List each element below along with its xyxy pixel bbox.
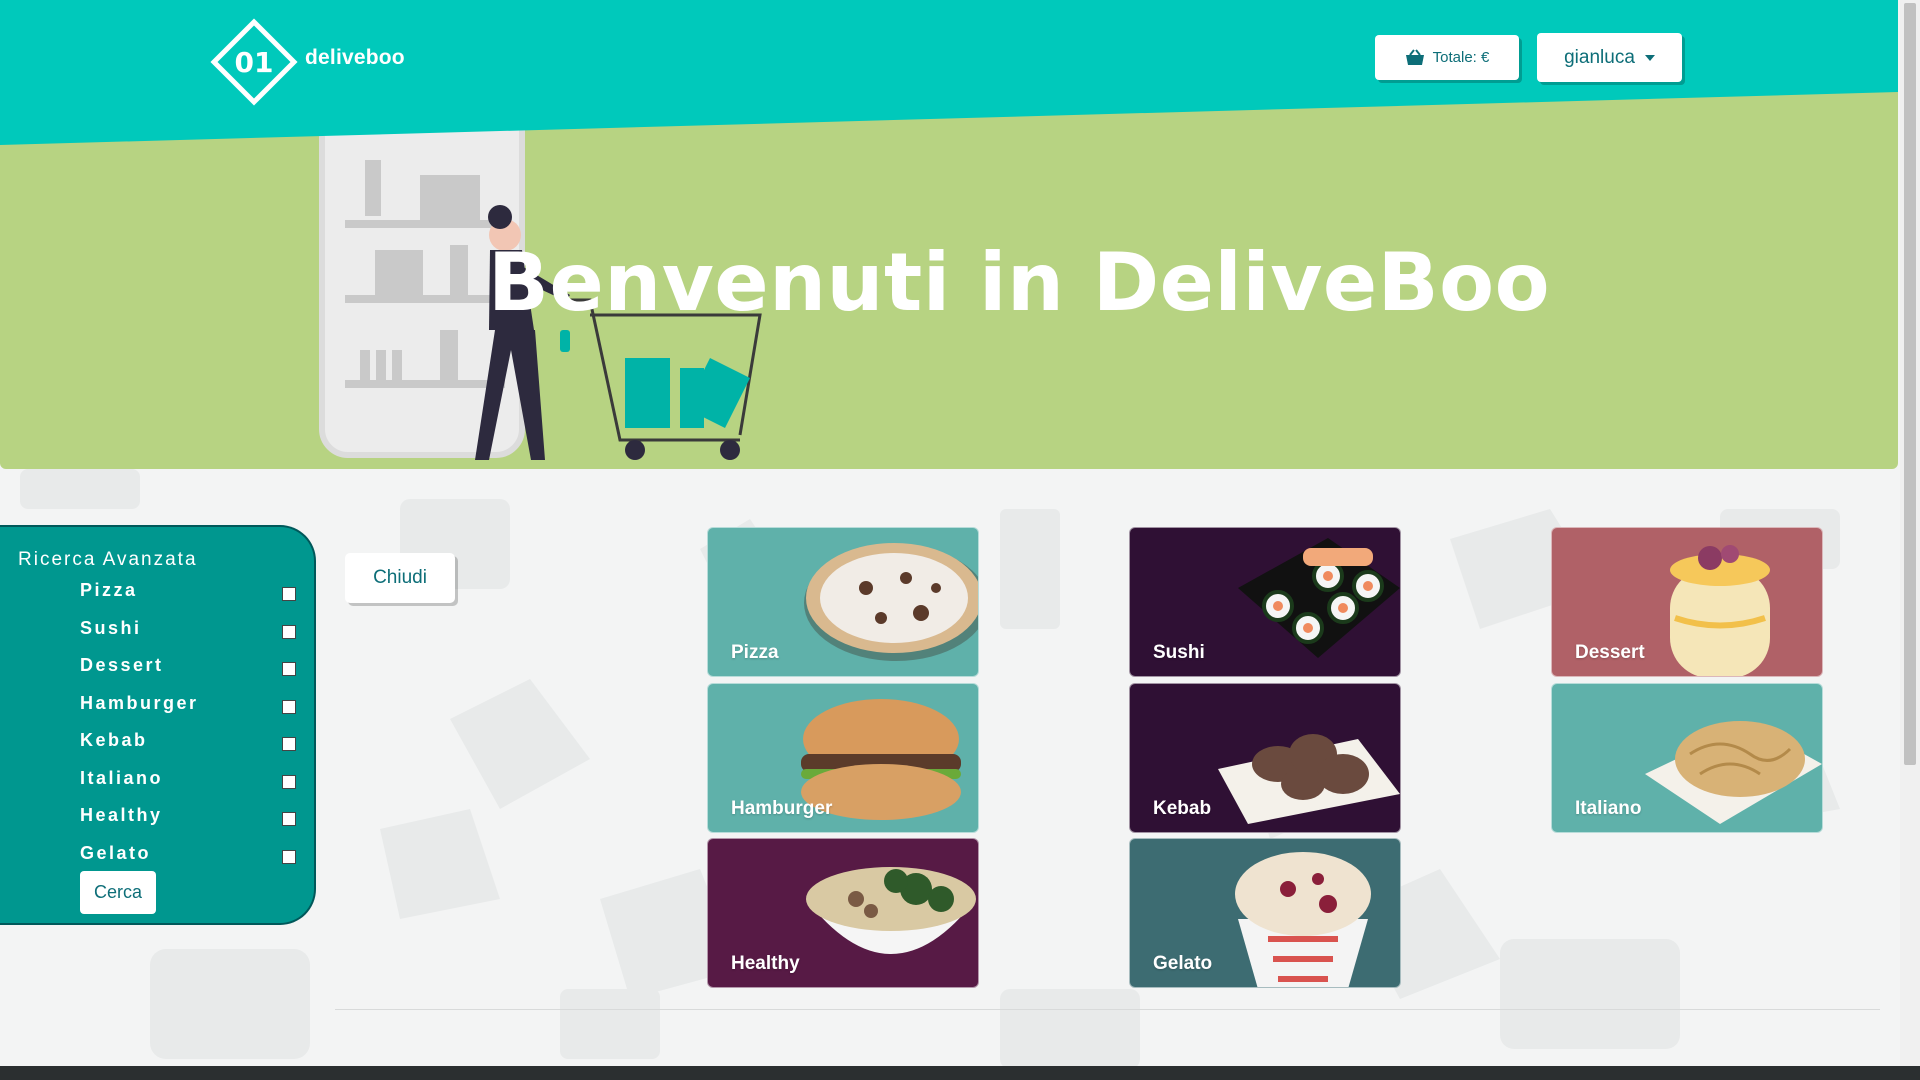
filter-checkbox-pizza[interactable] [282,587,296,601]
filter-checkbox-kebab[interactable] [282,737,296,751]
filter-label: Sushi [80,618,142,638]
cart-total-button[interactable]: Totale: € [1375,35,1519,80]
card-label: Hamburger [731,798,833,819]
category-card-kebab[interactable]: Kebab [1129,683,1401,833]
filter-label: Italiano [80,768,164,788]
filter-checkbox-hamburger[interactable] [282,700,296,714]
hero-title: Benvenuti in DeliveBoo [488,236,1551,329]
card-label: Kebab [1153,798,1212,819]
card-label: Dessert [1575,642,1645,663]
page-scrollbar[interactable] [1900,0,1920,1066]
filter-row-healthy: Healthy [80,805,298,833]
filter-label: Healthy [80,805,163,825]
filter-label: Hamburger [80,693,199,713]
filter-row-sushi: Sushi [80,618,298,646]
filter-row-dessert: Dessert [80,655,298,683]
category-card-pizza[interactable]: Pizza [707,527,979,677]
filter-checkbox-healthy[interactable] [282,812,296,826]
filter-label: Gelato [80,843,152,863]
user-dropdown-button[interactable]: gianluca [1537,33,1682,82]
filter-checkbox-italiano[interactable] [282,775,296,789]
category-card-hamburger[interactable]: Hamburger [707,683,979,833]
category-card-dessert[interactable]: Dessert [1551,527,1823,677]
cart-total-label: Totale: € [1432,49,1490,66]
search-button[interactable]: Cerca [80,871,156,914]
card-label: Pizza [731,642,779,663]
filter-row-pizza: Pizza [80,580,298,608]
card-label: Healthy [731,953,800,974]
close-search-button[interactable]: Chiudi [345,553,455,603]
card-label: Sushi [1153,642,1205,663]
logo-mark: 01 [235,46,274,79]
category-card-healthy[interactable]: Healthy [707,838,979,988]
filter-checkbox-sushi[interactable] [282,625,296,639]
filter-row-kebab: Kebab [80,730,298,758]
category-card-sushi[interactable]: Sushi [1129,527,1401,677]
category-card-italiano[interactable]: Italiano [1551,683,1823,833]
scrollbar-thumb[interactable] [1904,3,1916,765]
filter-label: Dessert [80,655,164,675]
filter-row-italiano: Italiano [80,768,298,796]
filter-label: Pizza [80,580,138,600]
logo-text[interactable]: deliveboo [305,46,405,70]
filter-checkbox-gelato[interactable] [282,850,296,864]
footer-bar [0,1066,1920,1080]
logo-icon[interactable]: 01 [208,18,300,106]
advanced-search-title: Ricerca Avanzata [18,549,198,570]
category-card-gelato[interactable]: Gelato [1129,838,1401,988]
basket-icon [1405,48,1424,65]
filter-row-hamburger: Hamburger [80,693,298,721]
filter-row-gelato: Gelato [80,843,298,871]
filter-checkbox-dessert[interactable] [282,662,296,676]
user-name: gianluca [1564,46,1635,68]
chevron-down-icon [1644,54,1655,61]
advanced-search-panel: Ricerca Avanzata Pizza Sushi Dessert Ham… [0,525,316,925]
card-label: Italiano [1575,798,1642,819]
card-label: Gelato [1153,953,1213,974]
filter-label: Kebab [80,730,148,750]
section-divider [335,1009,1880,1010]
